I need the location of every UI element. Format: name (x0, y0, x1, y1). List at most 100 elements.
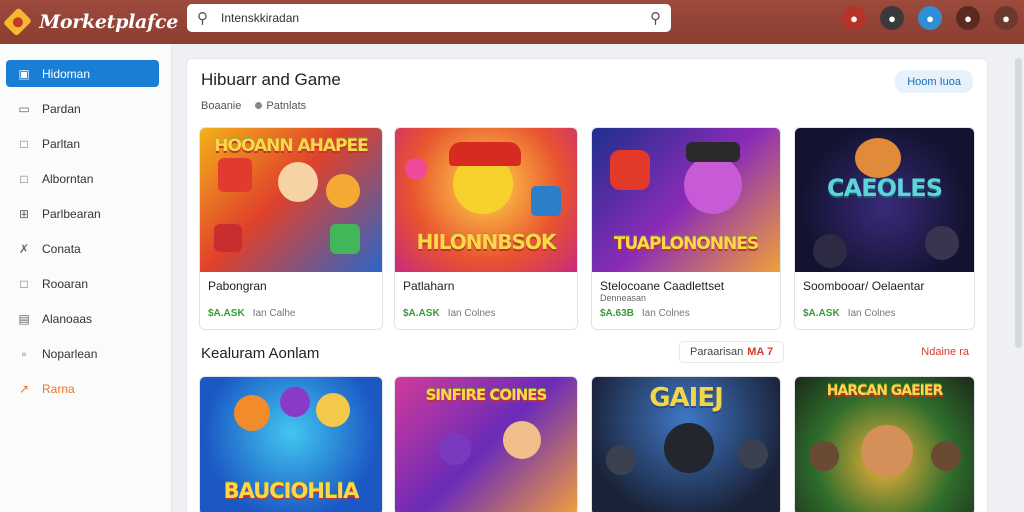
game-info: Ian Colnes (447, 308, 496, 319)
sidebar: ▣ Hidoman ▭ Pardan □ Parltan □ Alborntan… (0, 44, 172, 512)
game-thumbnail: CAEOLES (795, 128, 974, 272)
grid-icon: ⊞ (18, 206, 30, 221)
game-price: $A.ASK (803, 308, 840, 319)
game-title-art: GAIEJ (649, 383, 724, 413)
sidebar-item-label: Parlbearan (42, 206, 101, 221)
game-info: Ian Colnes (847, 308, 896, 319)
game-meta: $A.ASK Ian Colnes (403, 308, 496, 319)
search-icon: ⚲ (197, 10, 208, 27)
sidebar-item-9[interactable]: ▫ Noparlean (6, 340, 159, 367)
game-card[interactable]: HOOANN AHAPEE Pabongran $A.ASK Ian Calhe (199, 127, 383, 330)
filter-1[interactable]: Boaanie (201, 100, 241, 112)
sidebar-item-label: Noparlean (42, 346, 98, 361)
game-title-art: HILONNBSOK (416, 230, 557, 254)
filter-row: Boaanie Patnlats (201, 100, 306, 112)
game-card[interactable]: HILONNBSOK Patlaharn $A.ASK Ian Colnes (394, 127, 578, 330)
sidebar-item-6[interactable]: ✗ Conata (6, 235, 159, 262)
game-info: Ian Colnes (641, 308, 690, 319)
game-character-icon[interactable]: ● (842, 6, 866, 30)
sidebar-item-label: Alborntan (42, 171, 94, 186)
game-thumbnail: BAUCIOHLIA (200, 377, 382, 512)
game-title-art: BAUCIOHLIA (223, 479, 360, 503)
game-meta: $A.ASK Ian Colnes (803, 308, 896, 319)
notification-icon[interactable]: ● (880, 6, 904, 30)
sidebar-item-label: Hidoman (42, 66, 91, 81)
sidebar-item-8[interactable]: ▤ Alanoaas (6, 305, 159, 332)
sidebar-item-home[interactable]: ▣ Hidoman (6, 60, 159, 87)
section-2-title: Kealuram Aonlam (201, 345, 320, 362)
search-submit-icon[interactable]: ⚲ (650, 9, 661, 27)
dot-icon (255, 102, 263, 109)
filter-2-label: Patnlats (266, 100, 307, 112)
game-title-art: HARCAN GAEIER (826, 383, 943, 399)
game-title-art: TUAPLONONNES (613, 234, 759, 254)
game-name: Soombooar/ Oelaentar (803, 279, 925, 293)
avatar-user-2[interactable]: ● (956, 6, 980, 30)
game-thumbnail: HOOANN AHAPEE (200, 128, 382, 272)
sidebar-item-label: Parltan (42, 136, 81, 151)
sidebar-item-label: Conata (42, 241, 81, 256)
game-thumbnail: HILONNBSOK (395, 128, 577, 272)
note-icon: □ (20, 276, 28, 291)
game-title-art: SINFIRE COINES (425, 386, 548, 404)
folder-icon: □ (20, 171, 28, 186)
game-card[interactable]: TUAPLONONNES Stelocoane Caadlettset Denn… (591, 127, 781, 330)
logo-icon (3, 7, 33, 37)
game-title-art: CAEOLES (827, 174, 943, 202)
filter-1-label: Boaanie (201, 100, 242, 112)
game-price: $A.ASK (208, 308, 245, 319)
sidebar-item-10[interactable]: ↗ Rarna (6, 375, 159, 402)
section-title: Hibuarr and Game (201, 70, 341, 89)
sidebar-item-label: Alanoaas (42, 311, 93, 326)
game-subtitle: Denneasan (600, 293, 647, 303)
game-card[interactable]: BAUCIOHLIA (199, 376, 383, 512)
game-name: Stelocoane Caadlettset (600, 279, 725, 293)
sidebar-item-3[interactable]: □ Parltan (6, 130, 159, 157)
square-icon: ▣ (18, 66, 30, 81)
game-price: $A.ASK (403, 308, 440, 319)
game-card[interactable]: GAIEJ (591, 376, 781, 512)
profile-avatar[interactable]: ● (994, 6, 1018, 30)
filter-2[interactable]: Patnlats (255, 100, 306, 112)
game-info: Ian Calhe (252, 308, 296, 319)
list-icon: ▤ (18, 311, 30, 326)
tag-label: Paraarisan (690, 346, 744, 358)
game-card[interactable]: SINFIRE COINES (394, 376, 578, 512)
avatar[interactable]: ● (918, 6, 942, 30)
section-2-tag[interactable]: Paraarisan MA 7 (679, 341, 785, 363)
sidebar-item-label: Rarna (42, 381, 75, 396)
tools-icon: ✗ (18, 241, 30, 256)
game-meta: $A.ASK Ian Calhe (208, 308, 296, 319)
main-panel: Hibuarr and Game Hoom Iuoa Boaanie Patnl… (186, 58, 988, 512)
logo[interactable]: Morketplafce (3, 7, 178, 37)
game-price: $A.63B (600, 308, 634, 319)
search-input[interactable] (221, 11, 650, 25)
trend-icon: ↗ (18, 381, 30, 396)
sidebar-item-4[interactable]: □ Alborntan (6, 165, 159, 192)
game-thumbnail: SINFIRE COINES (395, 377, 577, 512)
game-name: Pabongran (208, 279, 267, 293)
game-name: Patlaharn (403, 279, 455, 293)
scrollbar[interactable] (1015, 58, 1022, 348)
top-bar: Morketplafce ⚲ ⚲ ● ● ● ● ● (0, 0, 1024, 44)
document-icon: □ (20, 136, 28, 151)
section-2-link[interactable]: Ndaine ra (921, 346, 969, 358)
sidebar-item-2[interactable]: ▭ Pardan (6, 95, 159, 122)
app-title: Morketplafce (39, 11, 178, 33)
card-icon: ▭ (18, 101, 30, 116)
sidebar-item-5[interactable]: ⊞ Parlbearan (6, 200, 159, 227)
chat-icon: ▫ (21, 346, 27, 361)
sidebar-item-label: Pardan (42, 101, 81, 116)
section-action-button[interactable]: Hoom Iuoa (895, 70, 973, 93)
game-title-art: HOOANN AHAPEE (214, 136, 368, 156)
sidebar-item-7[interactable]: □ Rooaran (6, 270, 159, 297)
game-card[interactable]: HARCAN GAEIER (794, 376, 975, 512)
game-thumbnail: HARCAN GAEIER (795, 377, 974, 512)
game-meta: $A.63B Ian Colnes (600, 308, 690, 319)
sidebar-item-label: Rooaran (42, 276, 89, 291)
tag-value: MA 7 (747, 346, 774, 358)
search-bar[interactable]: ⚲ ⚲ (187, 4, 671, 32)
game-thumbnail: TUAPLONONNES (592, 128, 780, 272)
top-icons: ● ● ● ● ● (842, 6, 1018, 30)
game-card[interactable]: CAEOLES Soombooar/ Oelaentar $A.ASK Ian C… (794, 127, 975, 330)
